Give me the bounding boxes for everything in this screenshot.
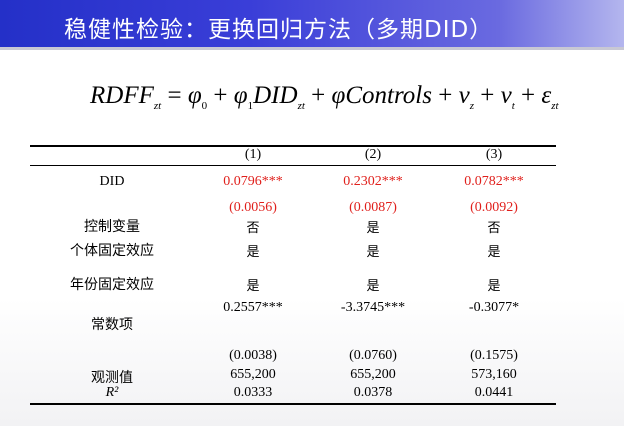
table-header-rule (30, 165, 556, 166)
regression-formula: RDFFzt = φ0 + φ1DIDzt + φControls + νz +… (90, 82, 559, 112)
column-header-3: (3) (485, 147, 503, 162)
controls-value-2: 是 (366, 221, 380, 236)
constant-se-2: (0.0760) (349, 348, 397, 363)
title-bar: 稳健性检验：更换回归方法（多期DID） (0, 0, 624, 50)
did-se-2: (0.0087) (349, 200, 397, 215)
slide-title: 稳健性检验：更换回归方法（多期DID） (64, 17, 494, 43)
controls-value-3: 否 (487, 221, 501, 236)
table-bottom-rule (30, 403, 556, 405)
row-label-year-fe: 年份固定效应 (70, 277, 154, 293)
formula-lhs: RDFF (90, 82, 154, 109)
did-se-3: (0.0092) (470, 200, 518, 215)
year-fe-value-1: 是 (246, 279, 260, 294)
formula-eps: ε (541, 82, 552, 109)
formula-plus5: + (514, 82, 542, 109)
row-label-controls: 控制变量 (84, 219, 140, 235)
formula-nu1: ν (458, 82, 470, 109)
formula-did-sub: zt (297, 100, 305, 112)
formula-eps-sub: zt (551, 100, 559, 112)
table-top-rule (30, 145, 556, 147)
formula-did: DID (253, 82, 298, 109)
obs-value-2: 655,200 (350, 367, 396, 382)
individual-fe-value-2: 是 (366, 245, 380, 260)
year-fe-value-2: 是 (366, 279, 380, 294)
did-coef-3: 0.0782*** (464, 174, 524, 189)
formula-controls: Controls (345, 82, 432, 109)
formula-nu2: ν (500, 82, 512, 109)
constant-coef-2: -3.3745*** (340, 300, 406, 315)
controls-value-1: 否 (246, 221, 260, 236)
column-header-1: (1) (244, 147, 262, 162)
constant-se-3: (0.1575) (470, 348, 518, 363)
formula-phi-c: φ (331, 82, 346, 109)
r2-value-1: 0.0333 (233, 385, 273, 400)
formula-plus1: + (207, 82, 234, 109)
row-label-individual-fe: 个体固定效应 (70, 243, 154, 259)
constant-coef-3: -0.3077* (468, 300, 520, 315)
formula-plus2: + (304, 82, 332, 109)
constant-se-1: (0.0038) (229, 348, 277, 363)
r2-value-3: 0.0441 (474, 385, 514, 400)
individual-fe-value-1: 是 (246, 245, 260, 260)
row-label-r2: R² (105, 385, 119, 400)
r2-value-2: 0.0378 (353, 385, 393, 400)
formula-plus3: + (431, 82, 459, 109)
individual-fe-value-3: 是 (487, 245, 501, 260)
did-se-1: (0.0056) (229, 200, 277, 215)
formula-phi0: φ (187, 82, 202, 109)
obs-value-1: 655,200 (230, 367, 276, 382)
formula-phi1: φ (233, 82, 248, 109)
row-label-constant: 常数项 (91, 317, 133, 333)
year-fe-value-3: 是 (487, 279, 501, 294)
did-coef-1: 0.0796*** (223, 174, 283, 189)
did-coef-2: 0.2302*** (343, 174, 403, 189)
formula-plus4: + (473, 82, 501, 109)
row-label-did: DID (99, 174, 125, 189)
formula-eq: = (161, 82, 188, 109)
row-label-obs: 观测值 (91, 370, 133, 386)
constant-coef-1: 0.2557*** (223, 300, 283, 315)
obs-value-3: 573,160 (471, 367, 517, 382)
column-header-2: (2) (364, 147, 382, 162)
